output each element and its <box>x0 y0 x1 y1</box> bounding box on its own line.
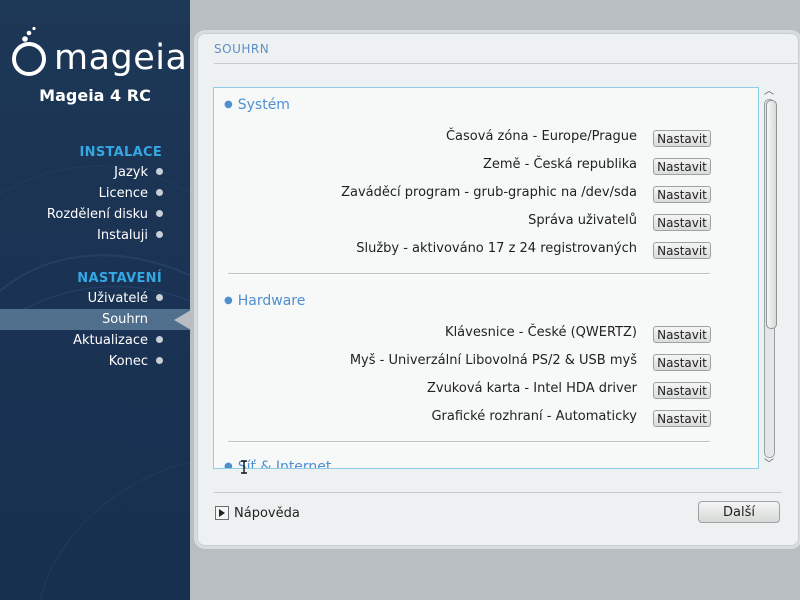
vertical-scrollbar[interactable]: ︿ ﹀ <box>763 87 777 470</box>
help-label: Nápověda <box>234 506 300 521</box>
group-title-system: ● Systém <box>224 97 290 113</box>
row-services-label: Služby - aktivováno 17 z 24 registrovaný… <box>356 241 637 256</box>
bootloader-configure-button[interactable]: Nastavit <box>653 186 711 203</box>
step-installing: Instaluji <box>97 227 163 245</box>
row-users-label: Správa uživatelů <box>528 213 637 228</box>
section-title-installation: INSTALACE <box>79 145 162 160</box>
step-license: Licence <box>99 185 163 203</box>
product-name: Mageia 4 RC <box>39 86 151 105</box>
step-users: Uživatelé <box>88 290 163 308</box>
text-cursor-icon <box>241 460 247 474</box>
section-title-configuration: NASTAVENÍ <box>77 271 162 286</box>
main-panel: SOUHRN ● Systém Časová zóna - Europe/Prag… <box>197 33 799 546</box>
scroll-down-icon[interactable]: ﹀ <box>763 460 775 470</box>
row-timezone-label: Časová zóna - Europe/Prague <box>445 129 637 144</box>
row-keyboard-label: Klávesnice - České (QWERTZ) <box>445 325 637 340</box>
current-step-arrow-icon <box>174 310 190 330</box>
next-button[interactable]: Další <box>698 501 780 523</box>
users-configure-button[interactable]: Nastavit <box>653 214 711 231</box>
step-dot-icon <box>156 231 163 238</box>
mouse-configure-button[interactable]: Nastavit <box>653 354 711 371</box>
row-country-label: Země - Česká republika <box>482 157 637 172</box>
group-divider <box>228 273 710 274</box>
graphics-configure-button[interactable]: Nastavit <box>653 410 711 427</box>
title-divider <box>214 63 798 64</box>
sidebar: mageia Mageia 4 RC INSTALACE Jazyk Licen… <box>0 0 190 600</box>
row-bootloader-label: Zaváděcí program - grub-graphic na /dev/… <box>341 185 637 200</box>
step-dot-icon <box>156 336 163 343</box>
step-language: Jazyk <box>114 164 163 182</box>
keyboard-configure-button[interactable]: Nastavit <box>653 326 711 343</box>
bottom-divider <box>214 492 782 493</box>
scrollbar-thumb[interactable] <box>766 100 777 329</box>
step-dot-icon <box>156 357 163 364</box>
group-divider <box>228 441 710 442</box>
bullet-icon: ● <box>224 295 233 306</box>
row-mouse-label: Myš - Univerzální Libovolná PS/2 & USB m… <box>349 353 637 368</box>
bullet-icon: ● <box>224 99 233 110</box>
bullet-icon: ● <box>224 461 233 469</box>
group-title-hardware: ● Hardware <box>224 293 306 309</box>
scrollbar-track[interactable] <box>764 99 777 458</box>
step-dot-icon <box>156 189 163 196</box>
services-configure-button[interactable]: Nastavit <box>653 242 711 259</box>
expand-triangle-icon <box>215 505 229 520</box>
logo-wordmark: mageia <box>54 38 188 78</box>
scroll-up-icon[interactable]: ︿ <box>763 87 775 97</box>
page-title: SOUHRN <box>214 42 270 56</box>
step-summary: Souhrn <box>101 312 148 327</box>
step-dot-icon <box>156 294 163 301</box>
country-configure-button[interactable]: Nastavit <box>653 158 711 175</box>
step-dot-icon <box>156 210 163 217</box>
help-button[interactable]: Nápověda <box>215 505 300 523</box>
step-updates: Aktualizace <box>73 332 163 350</box>
row-soundcard-label: Zvuková karta - Intel HDA driver <box>426 381 637 396</box>
soundcard-configure-button[interactable]: Nastavit <box>653 382 711 399</box>
step-exit: Konec <box>109 353 163 371</box>
timezone-configure-button[interactable]: Nastavit <box>653 130 711 147</box>
step-dot-icon <box>156 168 163 175</box>
row-graphics-label: Grafické rozhraní - Automaticky <box>431 409 637 424</box>
step-partitioning: Rozdělení disku <box>47 206 163 224</box>
summary-list[interactable]: ● Systém Časová zóna - Europe/Prague Nast… <box>213 87 759 469</box>
